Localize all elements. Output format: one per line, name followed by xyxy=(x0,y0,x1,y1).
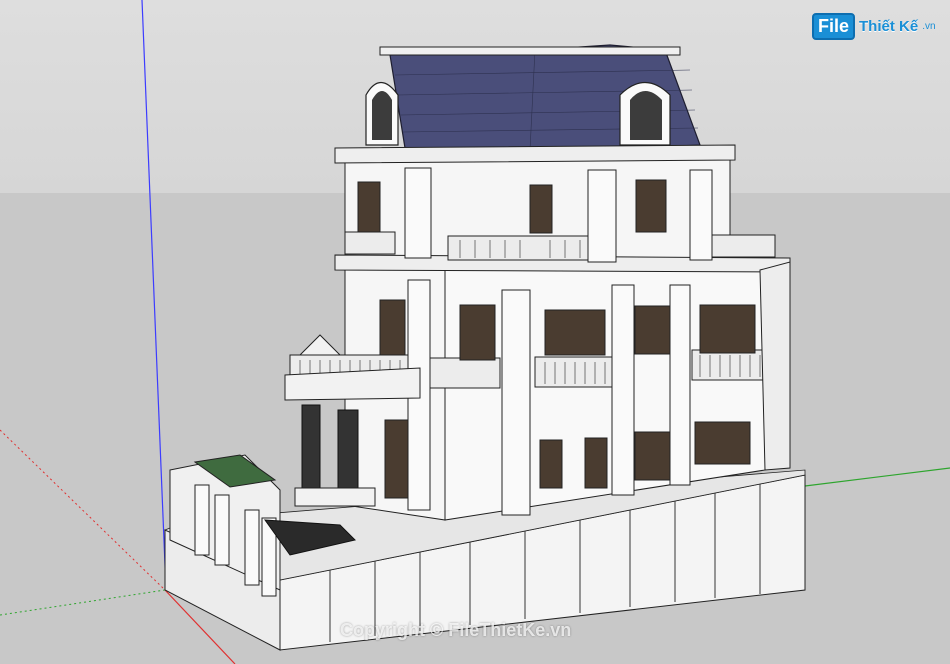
roof-cornice xyxy=(379,46,681,56)
pillar-2 xyxy=(501,289,531,516)
logo-tld-text: .vn xyxy=(922,20,936,32)
green-axis xyxy=(804,467,950,487)
window-3f-1 xyxy=(357,181,381,233)
window-1f-4 xyxy=(694,421,751,465)
villa-3d-model[interactable] xyxy=(0,0,950,664)
dormer-right-window xyxy=(630,91,662,140)
porch-pediment xyxy=(298,334,342,356)
window-2f-5 xyxy=(699,304,756,354)
filethietke-logo: File Thiết Kế .vn xyxy=(812,12,936,40)
blue-axis xyxy=(141,0,167,591)
pillar-3f-2 xyxy=(689,169,713,261)
house-right-edge xyxy=(759,261,791,471)
window-1f-3 xyxy=(634,431,671,481)
window-2f-1 xyxy=(379,299,406,356)
logo-brand-text: Thiết Kế xyxy=(859,17,919,35)
window-3f-3 xyxy=(635,179,667,233)
window-2f-4 xyxy=(634,305,671,355)
window-2f-3 xyxy=(544,309,606,356)
balcony-3f-center xyxy=(447,235,594,261)
balcony-2f-center xyxy=(534,356,614,388)
main-cornice xyxy=(334,144,736,164)
balcony-2f-mid xyxy=(427,357,501,389)
pillar-4 xyxy=(669,284,691,486)
logo-file-badge: File xyxy=(812,12,856,40)
copyright-watermark: Copyright © FileThietKe.vn xyxy=(340,620,572,640)
dormer-left-window xyxy=(372,91,392,140)
pillar-3 xyxy=(611,284,635,496)
porch-step xyxy=(294,487,376,507)
window-1f-1 xyxy=(539,439,563,489)
window-1f-2 xyxy=(584,437,608,489)
green-axis-dotted xyxy=(0,589,166,616)
pillar-3f-1 xyxy=(587,169,617,263)
pillar-3f-3 xyxy=(404,167,432,259)
red-axis-dotted xyxy=(0,429,166,591)
window-3f-2 xyxy=(529,184,553,234)
door-main xyxy=(384,419,411,499)
balcony-3f-left xyxy=(344,231,396,255)
sketchup-viewport[interactable]: File Thiết Kế .vn Copyright © FileThietK… xyxy=(0,0,950,664)
porch-column-left xyxy=(301,404,321,491)
window-2f-2 xyxy=(459,304,496,361)
